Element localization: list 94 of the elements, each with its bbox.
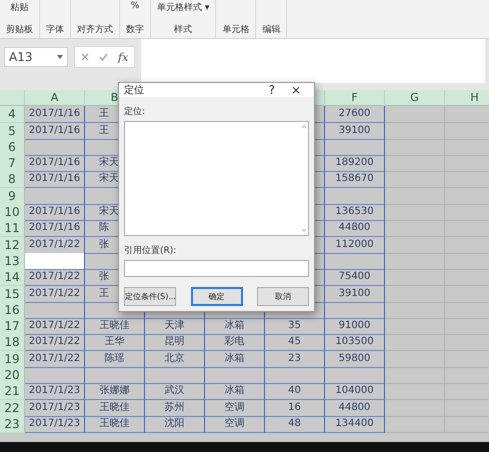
table-cell: 冰箱: [205, 318, 265, 336]
table-cell: 59800: [325, 350, 385, 368]
group-label: 编辑: [262, 24, 280, 37]
table-cell: 35: [265, 318, 325, 336]
row-header[interactable]: 20: [0, 367, 25, 384]
ribbon-tool[interactable]: %: [130, 1, 140, 11]
row-header[interactable]: 11: [0, 220, 25, 238]
table-cell: 2017/1/16: [25, 106, 85, 124]
table-cell: 王晓佳: [85, 400, 145, 417]
row-header[interactable]: 15: [0, 286, 25, 303]
table-cell: 40: [265, 383, 325, 400]
row-header[interactable]: 4: [0, 106, 25, 124]
table-cell: 昆明: [145, 334, 205, 352]
row-header[interactable]: 12: [0, 236, 25, 254]
group-label: 对齐方式: [77, 24, 113, 37]
table-cell: 2017/1/16: [25, 122, 85, 140]
column-header[interactable]: F: [325, 90, 385, 106]
table-cell: 北京: [145, 350, 205, 368]
table-cell: 天津: [145, 318, 205, 336]
table-cell: 空调: [205, 400, 265, 417]
name-box[interactable]: A13: [4, 47, 68, 67]
group-label: 单元格: [222, 24, 250, 37]
list-label: 定位:: [124, 106, 146, 118]
table-cell: 2017/1/23: [25, 416, 85, 433]
row-header[interactable]: 6: [0, 138, 25, 156]
table-cell: 2017/1/22: [25, 350, 85, 368]
column-header[interactable]: H: [445, 90, 489, 106]
table-cell: 2017/1/16: [25, 171, 85, 188]
row-header[interactable]: 17: [0, 318, 25, 336]
table-cell: 136530: [325, 204, 385, 222]
table-cell: 冰箱: [205, 350, 265, 368]
table-cell: 冰箱: [205, 383, 265, 400]
row-header[interactable]: 7: [0, 155, 25, 172]
table-cell: 103500: [325, 334, 385, 352]
table-cell: 沈阳: [145, 416, 205, 433]
group-label: 样式: [174, 24, 192, 37]
table-cell: 2017/1/23: [25, 400, 85, 417]
table-cell: 2017/1/22: [25, 318, 85, 336]
column-header[interactable]: G: [385, 90, 445, 106]
ribbon-tool[interactable]: 单元格样式 ▾: [157, 1, 210, 14]
insert-function-button[interactable]: fx: [118, 50, 128, 64]
table-cell: 陈瑶: [85, 350, 145, 368]
row-header[interactable]: 8: [0, 171, 25, 188]
table-cell: 48: [265, 416, 325, 433]
group-label: 数字: [126, 24, 144, 37]
table-cell: 空调: [205, 416, 265, 433]
table-cell: 158670: [325, 171, 385, 188]
row-header[interactable]: 21: [0, 383, 25, 400]
row-header[interactable]: 13: [0, 252, 25, 270]
table-cell: 武汉: [145, 383, 205, 400]
table-cell: 112000: [325, 236, 385, 254]
column-header[interactable]: A: [25, 90, 85, 106]
table-cell: 23: [265, 350, 325, 368]
table-cell: 75400: [325, 269, 385, 286]
table-cell: 16: [265, 400, 325, 417]
table-cell: 2017/1/16: [25, 220, 85, 238]
table-cell: 2017/1/22: [25, 286, 85, 303]
group-label: 字体: [46, 24, 64, 37]
table-cell: 2017/1/16: [25, 155, 85, 172]
table-cell: 91000: [325, 318, 385, 336]
row-header[interactable]: 22: [0, 400, 25, 417]
table-cell: 苏州: [145, 400, 205, 417]
dialog-button[interactable]: 定位条件(S)...: [124, 287, 176, 306]
ribbon-tool[interactable]: 粘贴: [10, 1, 28, 14]
table-cell: 27600: [325, 106, 385, 124]
dialog-button[interactable]: 确定: [190, 287, 242, 306]
table-cell: 2017/1/23: [25, 383, 85, 400]
table-cell: 39100: [325, 286, 385, 303]
table-cell: 王华: [85, 334, 145, 352]
row-header[interactable]: 5: [0, 122, 25, 140]
table-cell: 189200: [325, 155, 385, 172]
table-cell: 39100: [325, 122, 385, 140]
table-cell: 2017/1/22: [25, 269, 85, 286]
table-cell: 2017/1/16: [25, 204, 85, 222]
table-cell: 张娜娜: [85, 383, 145, 400]
table-cell: 45: [265, 334, 325, 352]
table-cell: 134400: [325, 416, 385, 433]
row-header[interactable]: 10: [0, 204, 25, 222]
group-label: 剪贴板: [6, 24, 33, 37]
table-cell: 44800: [325, 400, 385, 417]
table-cell: 44800: [325, 220, 385, 238]
dialog-button[interactable]: 取消: [257, 287, 309, 306]
row-header[interactable]: 18: [0, 334, 25, 352]
table-cell: 104000: [325, 383, 385, 400]
table-cell: 2017/1/22: [25, 334, 85, 352]
row-header[interactable]: 14: [0, 269, 25, 286]
reference-label: 引用位置(R):: [124, 244, 176, 257]
row-header[interactable]: 16: [0, 302, 25, 319]
row-header[interactable]: 23: [0, 416, 25, 433]
table-cell: 王晓佳: [85, 416, 145, 433]
row-header[interactable]: 19: [0, 350, 25, 368]
table-cell: 王晓佳: [85, 318, 145, 336]
row-header[interactable]: 9: [0, 188, 25, 205]
table-cell: 彩电: [205, 334, 265, 352]
